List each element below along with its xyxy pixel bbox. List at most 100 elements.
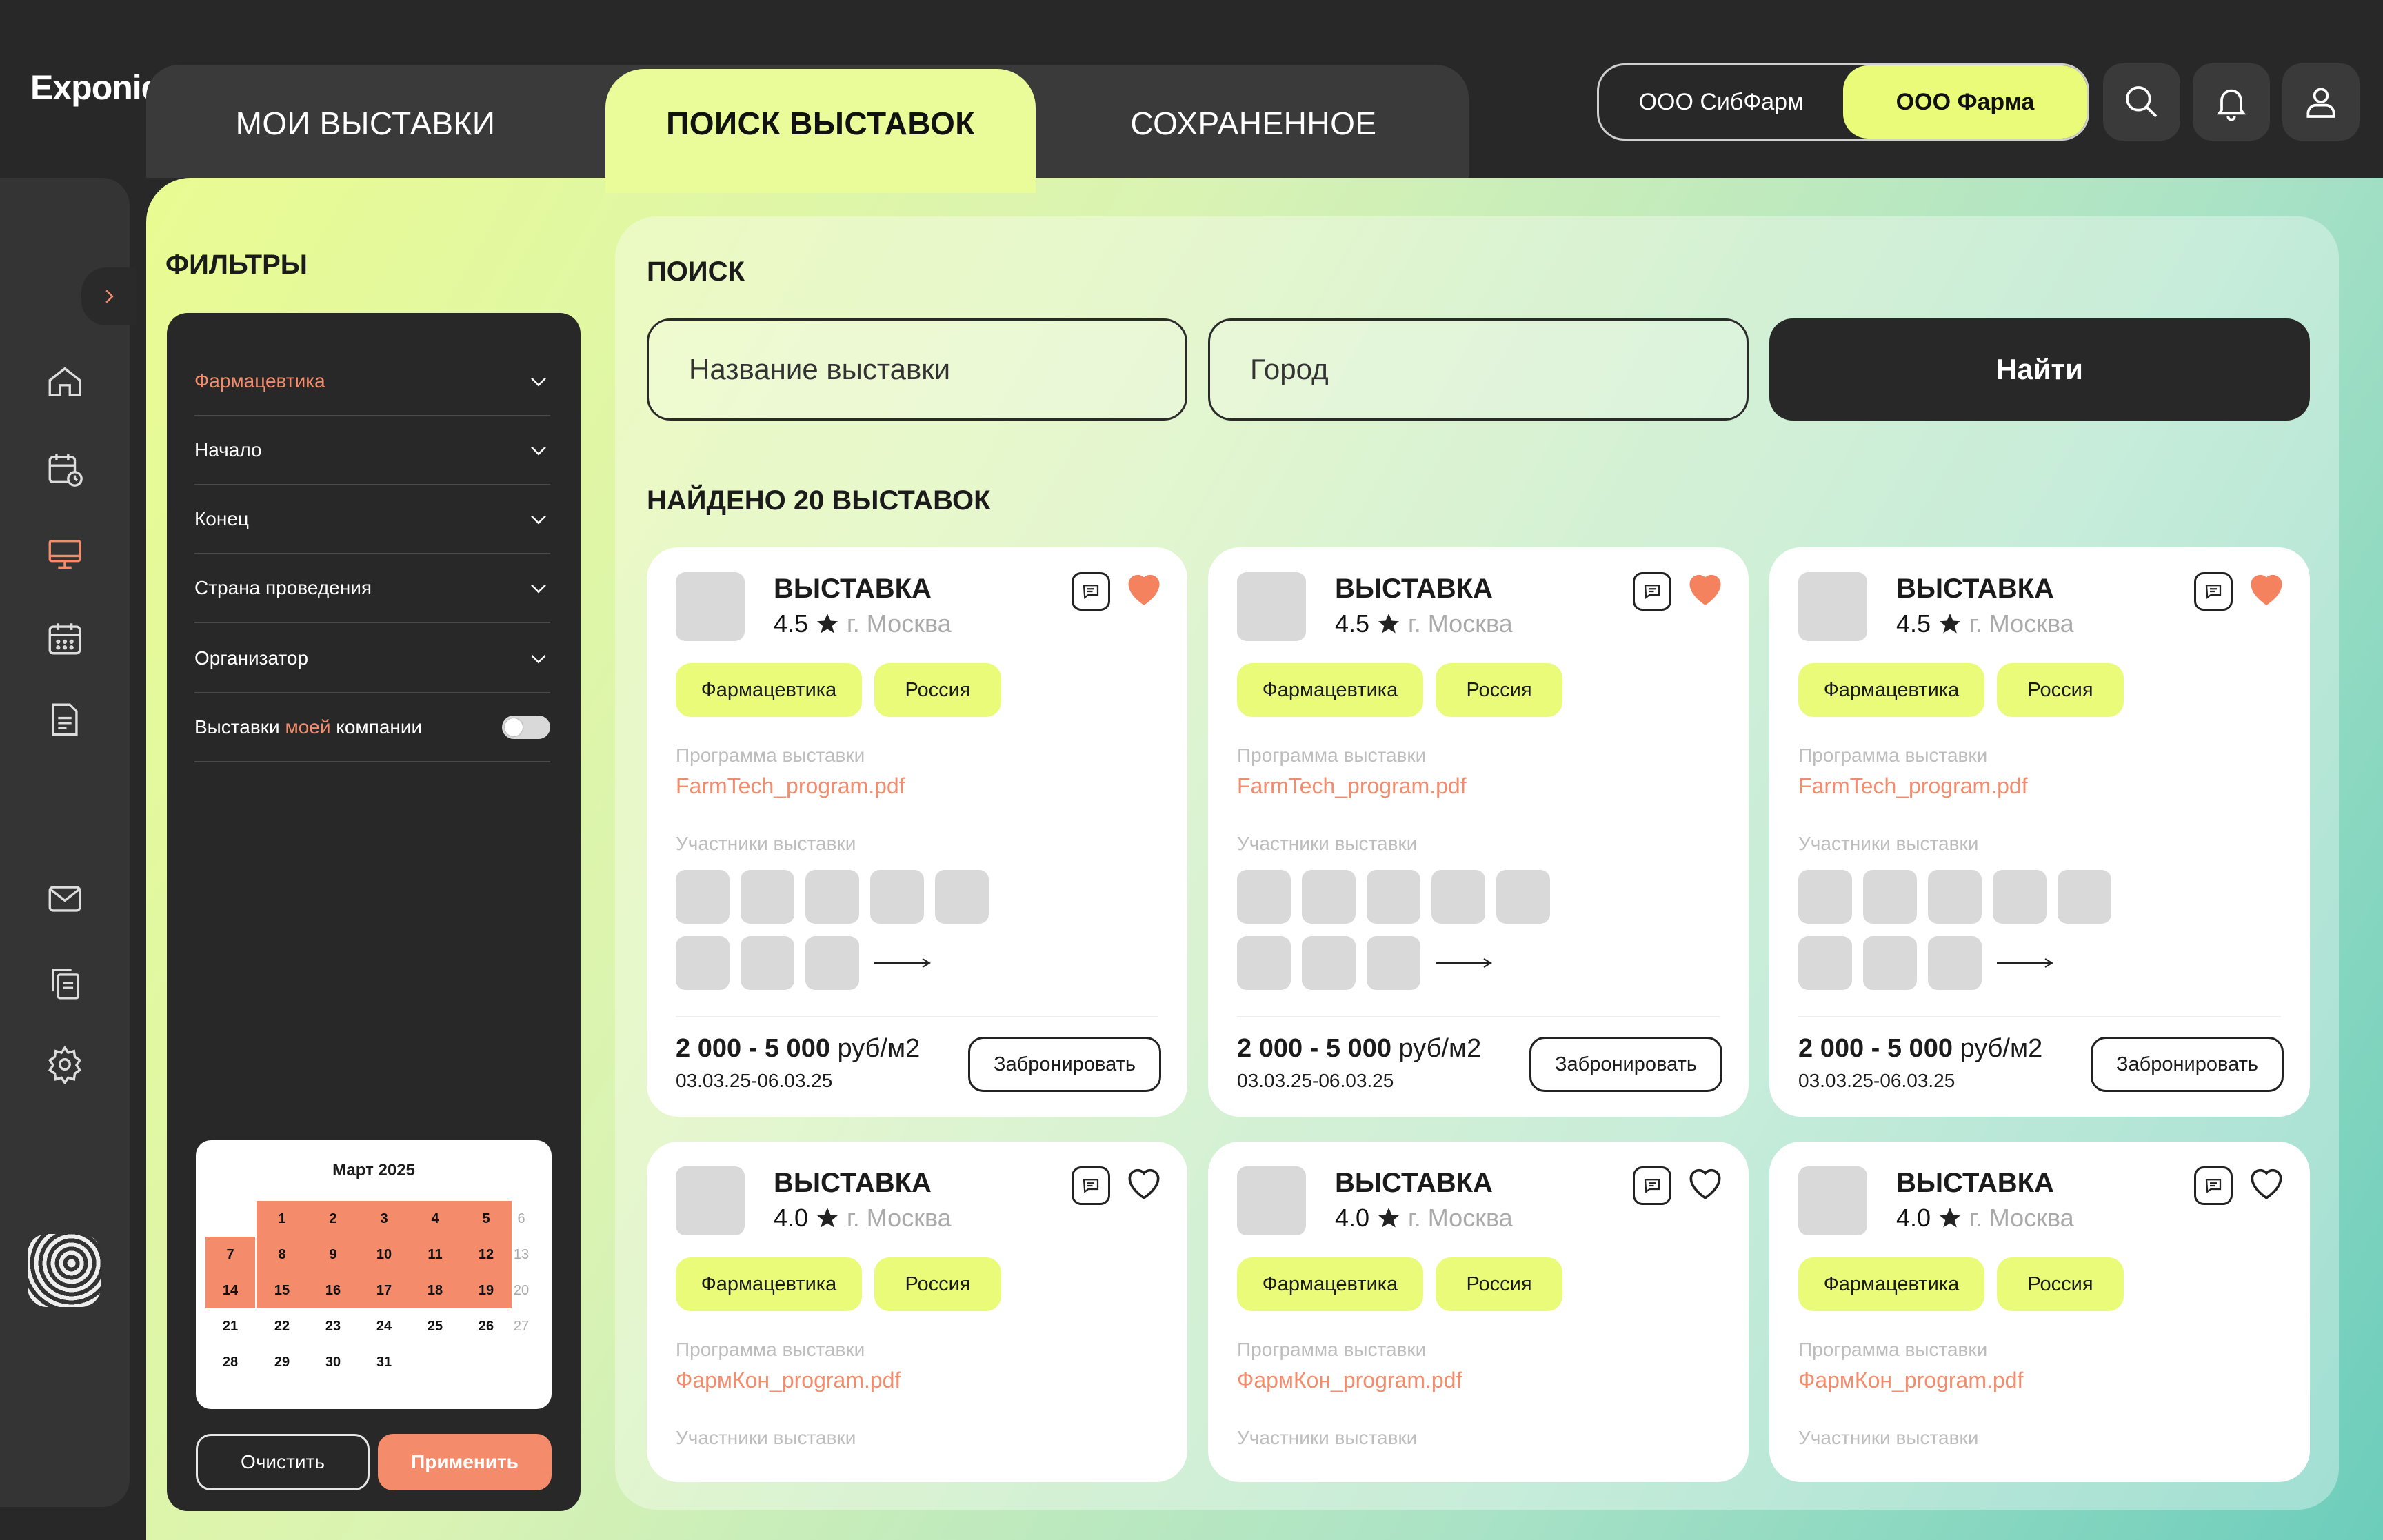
sidebar-toggle[interactable]: [81, 267, 137, 325]
sidebar-item-documents[interactable]: [40, 695, 90, 744]
calendar-day[interactable]: 28: [205, 1344, 255, 1380]
book-button[interactable]: Забронировать: [1529, 1037, 1722, 1092]
participant-avatar[interactable]: [1928, 936, 1982, 990]
tag-chip[interactable]: Фармацевтика: [1798, 663, 1984, 717]
participant-avatar[interactable]: [2058, 870, 2111, 924]
chat-button[interactable]: [1633, 572, 1671, 611]
tab-saved[interactable]: СОХРАНЕННОЕ: [1040, 69, 1467, 178]
program-file-link[interactable]: FarmTech_program.pdf: [676, 773, 905, 799]
search-button[interactable]: [2103, 63, 2180, 141]
tag-chip[interactable]: Россия: [1436, 1257, 1562, 1311]
chat-button[interactable]: [2194, 572, 2233, 611]
exhibition-card[interactable]: ВЫСТАВКА 4.0 г. Москва Фармацевтика Россия Пр…: [647, 1142, 1187, 1482]
calendar-day[interactable]: 20: [501, 1273, 542, 1308]
participant-avatar[interactable]: [1302, 936, 1356, 990]
sidebar-item-copies[interactable]: [40, 958, 90, 1008]
calendar-day[interactable]: 24: [359, 1308, 410, 1344]
calendar-day[interactable]: 21: [205, 1308, 255, 1344]
tag-chip[interactable]: Фармацевтика: [1237, 663, 1423, 717]
program-file-link[interactable]: FarmTech_program.pdf: [1798, 773, 2028, 799]
company-switch[interactable]: ООО СибФарм ООО Фарма: [1597, 63, 2089, 141]
my-company-toggle[interactable]: [502, 716, 550, 739]
exhibition-card[interactable]: ВЫСТАВКА 4.5 г. Москва Фармацевтика Россия Пр…: [647, 547, 1187, 1117]
chat-button[interactable]: [1072, 1166, 1110, 1205]
calendar-day[interactable]: 31: [359, 1344, 410, 1380]
sidebar-item-exhibitions[interactable]: [40, 529, 90, 579]
calendar-day[interactable]: 9: [308, 1237, 359, 1273]
heart-icon[interactable]: [2245, 1162, 2288, 1205]
chat-button[interactable]: [1072, 572, 1110, 611]
city-input[interactable]: Город: [1208, 318, 1749, 421]
participant-avatar[interactable]: [741, 936, 794, 990]
participant-avatar[interactable]: [935, 870, 989, 924]
filter-category[interactable]: Фармацевтика: [194, 347, 550, 416]
filter-country[interactable]: Страна проведения: [194, 554, 550, 623]
calendar-day[interactable]: 3: [359, 1201, 410, 1237]
participant-avatar[interactable]: [1863, 936, 1917, 990]
exhibition-card[interactable]: ВЫСТАВКА 4.5 г. Москва Фармацевтика Россия Пр…: [1769, 547, 2310, 1117]
participant-avatar[interactable]: [1798, 936, 1852, 990]
participant-avatar[interactable]: [805, 936, 859, 990]
sidebar-item-mail[interactable]: [40, 874, 90, 924]
heart-icon[interactable]: [1684, 568, 1727, 611]
participant-avatar[interactable]: [1863, 870, 1917, 924]
arrow-right-icon[interactable]: [874, 953, 932, 973]
calendar-day[interactable]: 27: [501, 1308, 542, 1344]
tag-chip[interactable]: Фармацевтика: [1798, 1257, 1984, 1311]
participant-avatar[interactable]: [1431, 870, 1485, 924]
participant-avatar[interactable]: [1367, 936, 1420, 990]
calendar-day[interactable]: 6: [501, 1201, 542, 1237]
participant-avatar[interactable]: [1928, 870, 1982, 924]
sidebar-item-settings[interactable]: [40, 1040, 90, 1089]
sidebar-item-schedule[interactable]: [40, 444, 90, 494]
participant-avatar[interactable]: [1993, 870, 2047, 924]
participant-avatar[interactable]: [1302, 870, 1356, 924]
filter-end[interactable]: Конец: [194, 485, 550, 554]
filter-organizer[interactable]: Организатор: [194, 625, 550, 693]
calendar-day[interactable]: 23: [308, 1308, 359, 1344]
heart-icon[interactable]: [1123, 1162, 1165, 1205]
chat-button[interactable]: [1633, 1166, 1671, 1205]
calendar-day[interactable]: 14: [205, 1273, 255, 1308]
exhibition-card[interactable]: ВЫСТАВКА 4.0 г. Москва Фармацевтика Россия Пр…: [1769, 1142, 2310, 1482]
calendar-day[interactable]: 15: [257, 1273, 308, 1308]
company-option-sibfarm[interactable]: ООО СибФарм: [1599, 65, 1843, 139]
participant-avatar[interactable]: [676, 870, 730, 924]
tag-chip[interactable]: Фармацевтика: [676, 1257, 862, 1311]
participant-avatar[interactable]: [676, 936, 730, 990]
calendar-day[interactable]: 16: [308, 1273, 359, 1308]
tag-chip[interactable]: Россия: [1997, 663, 2124, 717]
program-file-link[interactable]: ФармКон_program.pdf: [676, 1368, 901, 1393]
tag-chip[interactable]: Россия: [874, 1257, 1001, 1311]
profile-button[interactable]: [2282, 63, 2360, 141]
find-button[interactable]: Найти: [1769, 318, 2310, 421]
participant-avatar[interactable]: [1237, 870, 1291, 924]
chat-button[interactable]: [2194, 1166, 2233, 1205]
calendar-day[interactable]: 29: [257, 1344, 308, 1380]
program-file-link[interactable]: ФармКон_program.pdf: [1237, 1368, 1462, 1393]
calendar-day[interactable]: 7: [205, 1237, 255, 1273]
calendar-day[interactable]: 10: [359, 1237, 410, 1273]
sidebar-item-calendar[interactable]: [40, 614, 90, 663]
avatar[interactable]: [28, 1234, 101, 1307]
program-file-link[interactable]: FarmTech_program.pdf: [1237, 773, 1467, 799]
calendar-day[interactable]: 2: [308, 1201, 359, 1237]
exhibition-name-input[interactable]: Название выставки: [647, 318, 1187, 421]
apply-button[interactable]: Применить: [378, 1434, 552, 1490]
calendar-day[interactable]: 4: [410, 1201, 461, 1237]
participant-avatar[interactable]: [1237, 936, 1291, 990]
book-button[interactable]: Забронировать: [968, 1037, 1161, 1092]
heart-icon[interactable]: [1123, 568, 1165, 611]
tag-chip[interactable]: Россия: [1436, 663, 1562, 717]
heart-icon[interactable]: [2245, 568, 2288, 611]
tag-chip[interactable]: Россия: [874, 663, 1001, 717]
participant-avatar[interactable]: [741, 870, 794, 924]
arrow-right-icon[interactable]: [1997, 953, 2055, 973]
notifications-button[interactable]: [2193, 63, 2270, 141]
tab-my-exhibitions[interactable]: МОИ ВЫСТАВКИ: [146, 69, 585, 178]
tag-chip[interactable]: Фармацевтика: [1237, 1257, 1423, 1311]
clear-button[interactable]: Очистить: [196, 1434, 370, 1490]
calendar-day[interactable]: 30: [308, 1344, 359, 1380]
exhibition-card[interactable]: ВЫСТАВКА 4.5 г. Москва Фармацевтика Россия Пр…: [1208, 547, 1749, 1117]
calendar-day[interactable]: 1: [257, 1201, 308, 1237]
